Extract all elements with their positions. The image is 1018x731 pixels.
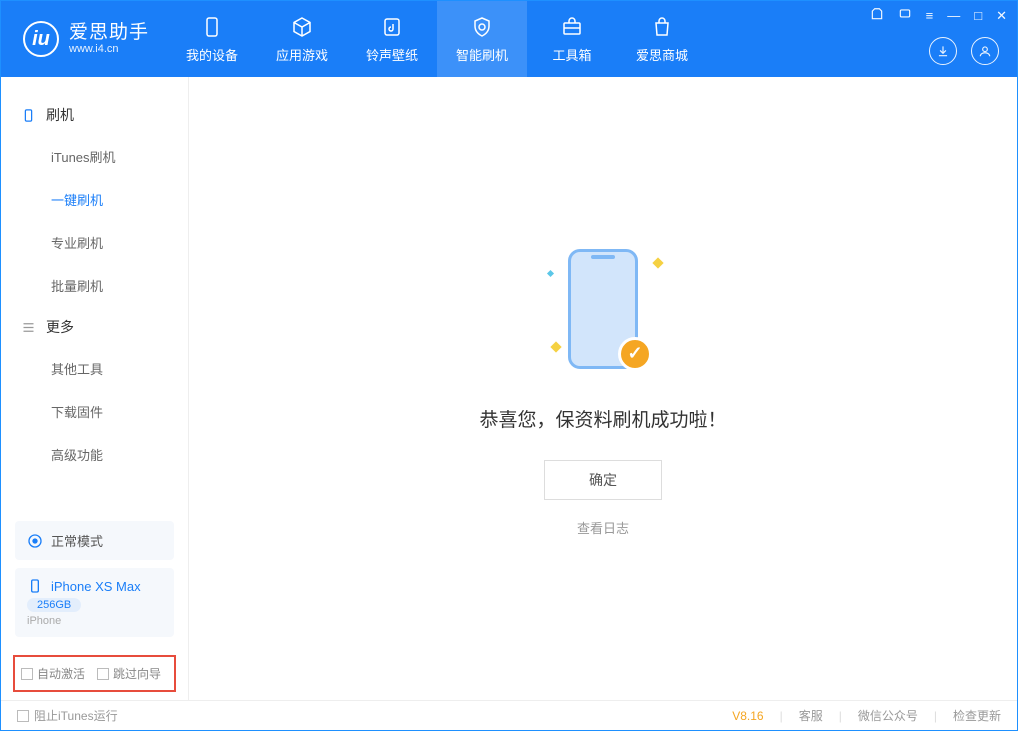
phone-icon	[27, 578, 43, 594]
close-button[interactable]: ✕	[996, 8, 1007, 24]
device-type: iPhone	[27, 615, 162, 627]
sidebar-item-onekey-flash[interactable]: 一键刷机	[1, 178, 188, 221]
nav-apps[interactable]: 应用游戏	[257, 1, 347, 77]
music-icon	[380, 15, 404, 39]
main-content: ✓ 恭喜您，保资料刷机成功啦！ 确定 查看日志	[189, 77, 1017, 700]
checkbox-icon	[97, 668, 109, 680]
feedback-icon[interactable]	[898, 7, 912, 24]
device-mode: 正常模式	[51, 531, 103, 550]
app-url: www.i4.cn	[69, 43, 149, 55]
nav-label: 我的设备	[186, 45, 238, 64]
phone-icon	[200, 15, 224, 39]
group-title: 刷机	[46, 105, 74, 125]
header: iu 爱思助手 www.i4.cn 我的设备 应用游戏 铃声壁纸 智能刷机 工具…	[1, 1, 1017, 77]
minimize-button[interactable]: —	[947, 8, 960, 23]
footer: 阻止iTunes运行 V8.16 | 客服 | 微信公众号 | 检查更新	[1, 700, 1017, 730]
sidebar: 刷机 iTunes刷机 一键刷机 专业刷机 批量刷机 更多 其他工具 下载固件 …	[1, 77, 189, 700]
nav-label: 爱思商城	[636, 45, 688, 64]
checkbox-icon	[17, 710, 29, 722]
nav-ringtones[interactable]: 铃声壁纸	[347, 1, 437, 77]
sidebar-group-more: 更多	[1, 307, 188, 347]
wechat-link[interactable]: 微信公众号	[858, 707, 918, 724]
sidebar-group-flash: 刷机	[1, 95, 188, 135]
sidebar-item-itunes-flash[interactable]: iTunes刷机	[1, 135, 188, 178]
app-name: 爱思助手	[69, 23, 149, 44]
device-capacity: 256GB	[27, 598, 81, 612]
top-nav: 我的设备 应用游戏 铃声壁纸 智能刷机 工具箱 爱思商城	[167, 1, 707, 77]
list-icon	[21, 320, 36, 335]
check-badge-icon: ✓	[618, 337, 652, 371]
bag-icon	[650, 15, 674, 39]
logo[interactable]: iu 爱思助手 www.i4.cn	[1, 1, 167, 77]
confirm-button[interactable]: 确定	[544, 460, 662, 500]
device-mode-box[interactable]: 正常模式	[15, 521, 174, 560]
support-link[interactable]: 客服	[799, 707, 823, 724]
checkbox-icon	[21, 668, 33, 680]
cube-icon	[290, 15, 314, 39]
checkbox-block-itunes[interactable]: 阻止iTunes运行	[17, 707, 118, 724]
download-button[interactable]	[929, 37, 957, 65]
nav-toolbox[interactable]: 工具箱	[527, 1, 617, 77]
device-icon	[21, 108, 36, 123]
checkbox-skip-guide[interactable]: 跳过向导	[97, 665, 161, 682]
maximize-button[interactable]: □	[974, 8, 982, 23]
menu-icon[interactable]: ≡	[926, 8, 934, 23]
check-update-link[interactable]: 检查更新	[953, 707, 1001, 724]
user-button[interactable]	[971, 37, 999, 65]
nav-flash[interactable]: 智能刷机	[437, 1, 527, 77]
window-controls: ≡ — □ ✕	[870, 7, 1007, 24]
device-info-box[interactable]: iPhone XS Max 256GB iPhone	[15, 568, 174, 637]
sidebar-item-pro-flash[interactable]: 专业刷机	[1, 221, 188, 264]
sidebar-item-other-tools[interactable]: 其他工具	[1, 347, 188, 390]
nav-label: 应用游戏	[276, 45, 328, 64]
flash-options-highlighted: 自动激活 跳过向导	[13, 655, 176, 692]
refresh-shield-icon	[470, 15, 494, 39]
toolbox-icon	[560, 15, 584, 39]
body: 刷机 iTunes刷机 一键刷机 专业刷机 批量刷机 更多 其他工具 下载固件 …	[1, 77, 1017, 700]
sidebar-item-batch-flash[interactable]: 批量刷机	[1, 264, 188, 307]
nav-label: 工具箱	[553, 45, 592, 64]
sidebar-item-advanced[interactable]: 高级功能	[1, 433, 188, 476]
checkbox-auto-activate[interactable]: 自动激活	[21, 665, 85, 682]
nav-my-device[interactable]: 我的设备	[167, 1, 257, 77]
mode-icon	[27, 533, 43, 549]
header-actions	[929, 37, 999, 65]
skin-icon[interactable]	[870, 7, 884, 24]
group-title: 更多	[46, 317, 74, 337]
sidebar-item-download-firmware[interactable]: 下载固件	[1, 390, 188, 433]
view-log-link[interactable]: 查看日志	[577, 518, 629, 537]
logo-icon: iu	[23, 21, 59, 57]
nav-label: 智能刷机	[456, 45, 508, 64]
nav-label: 铃声壁纸	[366, 45, 418, 64]
nav-store[interactable]: 爱思商城	[617, 1, 707, 77]
success-message: 恭喜您，保资料刷机成功啦！	[479, 405, 726, 432]
success-illustration: ✓	[558, 241, 648, 381]
version-label: V8.16	[732, 709, 763, 723]
device-name: iPhone XS Max	[51, 579, 141, 594]
